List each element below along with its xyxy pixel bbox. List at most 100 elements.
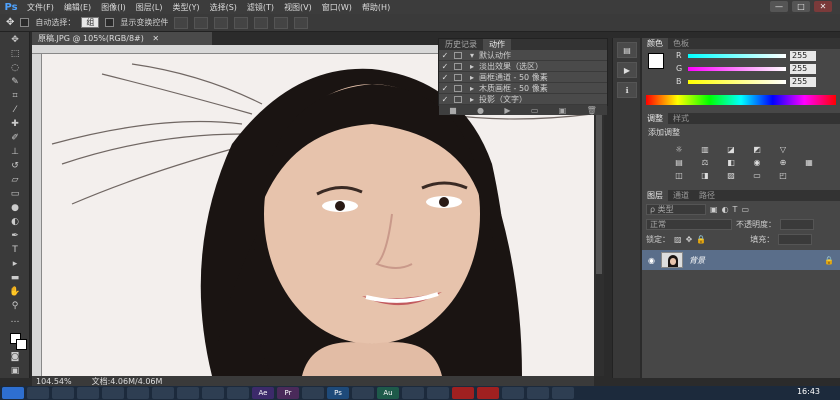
action-check[interactable]: ✓	[439, 62, 451, 71]
expand-arrow-icon[interactable]: ▸	[465, 62, 479, 71]
dialog-toggle-icon[interactable]	[451, 95, 465, 103]
taskbar-item[interactable]	[202, 387, 224, 399]
b-value-input[interactable]: 255	[790, 76, 816, 87]
maximize-button[interactable]: □	[792, 1, 810, 12]
hue-sat-icon[interactable]: ▤	[672, 158, 686, 167]
action-row[interactable]: ✓ ▸ 木质画框 - 50 像素	[439, 83, 607, 94]
invert-icon[interactable]: ◫	[672, 171, 686, 180]
screen-mode-icon[interactable]: ▣	[2, 364, 28, 377]
start-button[interactable]	[2, 387, 24, 399]
taskbar-ps[interactable]: Ps	[327, 387, 349, 399]
move-tool-icon[interactable]: ✥	[2, 33, 28, 46]
filter-shape-icon[interactable]: ▭	[741, 205, 749, 214]
filter-type-icon[interactable]: T	[733, 205, 738, 214]
align-middle-icon[interactable]	[194, 16, 209, 29]
taskbar-ae[interactable]: Ae	[252, 387, 274, 399]
taskbar-item[interactable]	[227, 387, 249, 399]
filter-pixel-icon[interactable]: ▣	[710, 205, 718, 214]
lasso-tool-icon[interactable]: ◌	[2, 61, 28, 74]
taskbar-item[interactable]	[27, 387, 49, 399]
color-swatches-icon[interactable]	[2, 327, 28, 350]
record-icon[interactable]: ●	[477, 106, 484, 115]
taskbar-item[interactable]	[552, 387, 574, 399]
black-white-icon[interactable]: ◧	[724, 158, 738, 167]
distribute-icon[interactable]	[294, 16, 309, 29]
tab-swatches[interactable]: 色板	[668, 38, 694, 49]
auto-select-dropdown[interactable]: 组	[81, 17, 100, 28]
zoom-level[interactable]: 104.54%	[36, 377, 72, 386]
foreground-color-swatch[interactable]	[648, 53, 664, 69]
history-panel-icon[interactable]: ▤	[617, 42, 637, 58]
tab-layers[interactable]: 图层	[642, 190, 668, 201]
photo-filter-icon[interactable]: ◉	[750, 158, 764, 167]
action-row[interactable]: ✓ ▾ 默认动作	[439, 50, 607, 61]
taskbar-au[interactable]: Au	[377, 387, 399, 399]
taskbar-item[interactable]	[502, 387, 524, 399]
curves-icon[interactable]: ◪	[724, 145, 738, 154]
menu-filter[interactable]: 滤镜(T)	[242, 2, 279, 13]
g-value-input[interactable]: 255	[790, 63, 816, 74]
show-transform-checkbox[interactable]	[105, 18, 115, 27]
close-window-button[interactable]: ✕	[814, 1, 832, 12]
color-balance-icon[interactable]: ⚖	[698, 158, 712, 167]
lock-all-icon[interactable]: 🔒	[696, 235, 706, 244]
tab-channels[interactable]: 通道	[668, 190, 694, 201]
gradient-map-icon[interactable]: ▭	[750, 171, 764, 180]
history-brush-icon[interactable]: ↺	[2, 159, 28, 172]
taskbar-item[interactable]	[452, 387, 474, 399]
posterize-icon[interactable]: ◨	[698, 171, 712, 180]
fill-input[interactable]	[778, 234, 813, 245]
tab-history[interactable]: 历史记录	[439, 39, 483, 50]
zoom-tool-icon[interactable]: ⚲	[2, 299, 28, 312]
shape-tool-icon[interactable]: ▬	[2, 271, 28, 284]
dodge-tool-icon[interactable]: ◐	[2, 215, 28, 228]
menu-file[interactable]: 文件(F)	[22, 2, 59, 13]
auto-select-checkbox[interactable]	[20, 18, 30, 27]
tab-adjustments[interactable]: 调整	[642, 113, 668, 124]
minimize-button[interactable]: —	[770, 1, 788, 12]
layer-filter-dropdown[interactable]: ρ 类型	[646, 204, 706, 215]
lock-position-icon[interactable]: ✥	[686, 235, 693, 244]
actions-panel-icon[interactable]: ▶	[617, 62, 637, 78]
taskbar-item[interactable]	[102, 387, 124, 399]
expand-arrow-icon[interactable]: ▸	[465, 84, 479, 93]
action-check[interactable]: ✓	[439, 84, 451, 93]
delete-icon[interactable]: 🗑	[587, 106, 597, 115]
dialog-toggle-icon[interactable]	[451, 51, 465, 59]
g-track[interactable]	[688, 66, 786, 71]
color-spectrum[interactable]	[646, 95, 836, 105]
taskbar-item[interactable]	[402, 387, 424, 399]
action-row[interactable]: ✓ ▸ 画框通道 - 50 像素	[439, 72, 607, 83]
r-track[interactable]	[688, 53, 786, 58]
brush-tool-icon[interactable]: ✐	[2, 131, 28, 144]
menu-type[interactable]: 类型(Y)	[167, 2, 204, 13]
color-lookup-icon[interactable]: ▦	[802, 158, 816, 167]
dialog-toggle-icon[interactable]	[451, 62, 465, 70]
threshold-icon[interactable]: ▨	[724, 171, 738, 180]
crop-tool-icon[interactable]: ⌗	[2, 89, 28, 102]
action-row[interactable]: ✓ ▸ 投影（文字）	[439, 94, 607, 105]
menu-window[interactable]: 窗口(W)	[317, 2, 357, 13]
taskbar-item[interactable]	[302, 387, 324, 399]
exposure-icon[interactable]: ◩	[750, 145, 764, 154]
eraser-tool-icon[interactable]: ▱	[2, 173, 28, 186]
expand-arrow-icon[interactable]: ▸	[465, 73, 479, 82]
action-check[interactable]: ✓	[439, 95, 451, 104]
type-tool-icon[interactable]: T	[2, 243, 28, 256]
close-doc-icon[interactable]: ✕	[152, 34, 159, 43]
menu-image[interactable]: 图像(I)	[96, 2, 131, 13]
taskbar-pr[interactable]: Pr	[277, 387, 299, 399]
taskbar-item[interactable]	[352, 387, 374, 399]
taskbar-item[interactable]	[127, 387, 149, 399]
stamp-tool-icon[interactable]: ⊥	[2, 145, 28, 158]
action-row[interactable]: ✓ ▸ 淡出效果（选区）	[439, 61, 607, 72]
align-center-icon[interactable]	[254, 16, 269, 29]
taskbar-item[interactable]	[152, 387, 174, 399]
taskbar-item[interactable]	[52, 387, 74, 399]
pen-tool-icon[interactable]: ✒	[2, 229, 28, 242]
filter-adjust-icon[interactable]: ◐	[722, 205, 729, 214]
lock-pixels-icon[interactable]: ▨	[674, 235, 682, 244]
levels-icon[interactable]: ▥	[698, 145, 712, 154]
visibility-eye-icon[interactable]: ◉	[648, 256, 655, 265]
info-panel-icon[interactable]: ℹ	[617, 82, 637, 98]
